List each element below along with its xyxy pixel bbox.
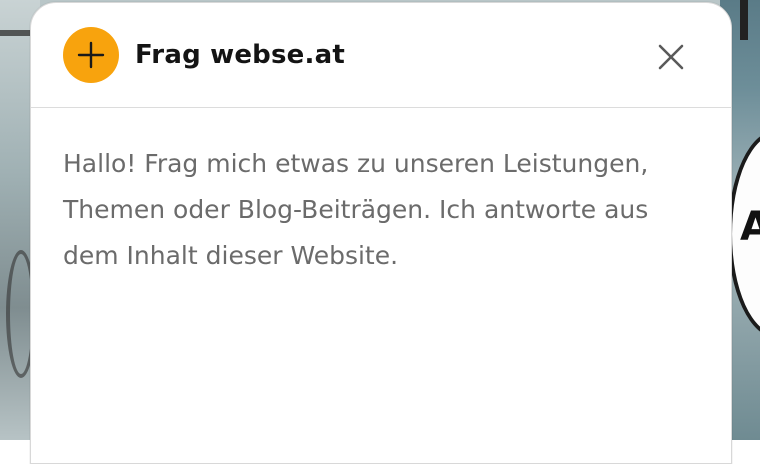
welcome-message: Hallo! Frag mich etwas zu unseren Leistu…: [63, 149, 649, 270]
close-button[interactable]: [647, 33, 695, 81]
chat-title: Frag webse.at: [135, 40, 345, 70]
chat-header: Frag webse.at: [31, 3, 731, 108]
plus-icon: [77, 41, 105, 69]
chat-messages: Hallo! Frag mich etwas zu unseren Leistu…: [63, 141, 703, 279]
speech-bubble-text: A: [740, 204, 760, 250]
close-icon: [658, 44, 684, 70]
chat-panel: Frag webse.at Hallo! Frag mich etwas zu …: [30, 2, 732, 464]
brand-plus-icon: [63, 27, 119, 83]
